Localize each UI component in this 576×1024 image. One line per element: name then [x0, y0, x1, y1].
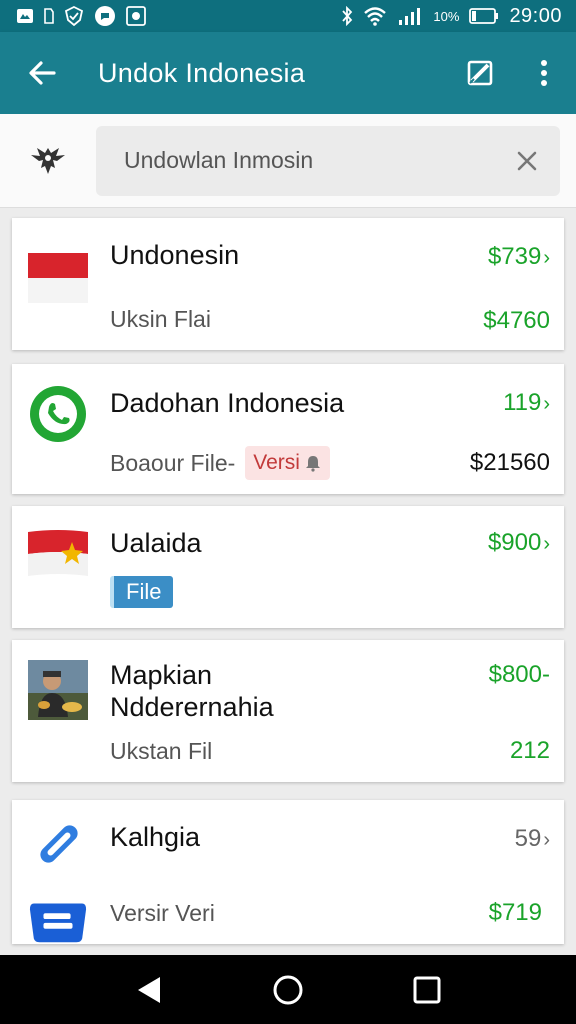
chevron-right-icon: › [543, 247, 550, 269]
more-button[interactable] [512, 32, 576, 114]
flag-star-icon [28, 524, 88, 584]
edit-icon [467, 60, 493, 86]
list-item[interactable]: Dadohan Indonesia Boaour File- Versi 119… [12, 364, 564, 494]
search-input[interactable] [124, 147, 512, 174]
item-price-top-value: $900 [487, 529, 542, 556]
battery-percent: 10% [433, 8, 460, 24]
search-box[interactable] [96, 125, 560, 196]
status-left [16, 5, 146, 27]
item-price-bottom: 212 [509, 737, 550, 764]
version-badge: Versi [245, 446, 330, 480]
version-badge-label: Versi [253, 451, 300, 474]
clock: 29:00 [509, 4, 562, 27]
nav-home-button[interactable] [258, 960, 318, 1020]
status-bar: 10% 29:00 [0, 0, 576, 32]
app-bar: Undok Indonesia [0, 32, 576, 114]
item-title: Undonesin [110, 240, 240, 270]
back-arrow-icon [29, 61, 56, 85]
search-area [0, 114, 576, 208]
item-price-top: 59 › [515, 824, 550, 855]
list-item[interactable]: Undonesin Uksin Flai $739 › $4760 [12, 218, 564, 350]
shield-icon [64, 6, 84, 26]
item-price-top: $800- [488, 661, 550, 688]
paperclip-icon [28, 814, 88, 874]
chevron-right-icon: › [543, 533, 550, 555]
chat-icon [94, 5, 116, 27]
close-icon [517, 151, 537, 170]
nav-recents-button[interactable] [397, 960, 457, 1020]
page-title: Undok Indonesia [98, 57, 306, 88]
item-price-top: $739 › [488, 242, 550, 273]
home-circle-icon [273, 975, 303, 1004]
photo-icon [126, 6, 146, 26]
nav-back-button[interactable] [119, 960, 179, 1020]
more-vert-icon [541, 60, 547, 86]
edit-button[interactable] [448, 32, 512, 114]
item-title: Ualaida [110, 528, 202, 558]
item-subtitle-text: Versir Veri [110, 900, 215, 926]
indonesia-flag-icon [28, 248, 88, 308]
item-price-bottom: $4760 [483, 307, 550, 334]
item-price-top-value: 119 [503, 389, 542, 416]
file-badge: File [110, 576, 174, 608]
item-subtitle-text: Boaour File- [110, 450, 236, 476]
battery-icon [469, 8, 499, 24]
bluetooth-icon [341, 6, 353, 26]
item-price-bottom: $719 [488, 899, 542, 926]
wifi-icon [363, 6, 387, 26]
list-item[interactable]: Mapkian Ndderernahia Ukstan Fil $800- 21… [12, 640, 564, 782]
recents-square-icon [413, 976, 441, 1003]
bell-icon [305, 456, 320, 472]
item-title: Dadohan Indonesia [110, 388, 345, 418]
item-subtitle: Ukstan Fil [110, 736, 212, 766]
chevron-right-icon: › [543, 393, 550, 415]
garuda-icon [0, 144, 96, 178]
person-photo [28, 660, 88, 720]
item-price-top: 119 › [503, 388, 550, 419]
files-app-icon [28, 890, 88, 950]
item-price-top-value: 59 [514, 825, 542, 852]
item-subtitle-text: Ukstan Fil [110, 738, 213, 764]
whatsapp-icon [28, 384, 88, 444]
back-button[interactable] [0, 32, 84, 114]
clear-search-button[interactable] [512, 146, 542, 176]
item-subtitle: Boaour File- Versi [110, 446, 330, 480]
back-triangle-icon [138, 976, 161, 1003]
item-subtitle: Versir Veri [110, 898, 215, 928]
item-title-line2: Ndderernahia [110, 692, 274, 722]
item-title: Kalhgia [110, 822, 201, 852]
sim-icon [44, 8, 54, 24]
item-price-top: $900 › [488, 528, 550, 559]
navigation-bar [0, 955, 576, 1024]
signal-icon [397, 6, 423, 26]
app-list: Undonesin Uksin Flai $739 › $4760 Dadohan… [0, 208, 576, 955]
item-title: Mapkian [110, 660, 213, 690]
list-item[interactable]: Ualaida File $900 › [12, 506, 564, 628]
chevron-right-icon: › [543, 829, 550, 851]
status-right: 10% 29:00 [341, 5, 562, 28]
item-price-top-value: $739 [487, 243, 542, 270]
item-subtitle-text: Uksin Flai [110, 306, 211, 332]
item-price-bottom: $21560 [469, 449, 550, 476]
item-subtitle: Uksin Flai [110, 304, 211, 334]
notification-icon [16, 8, 34, 24]
list-item[interactable]: Kalhgia Versir Veri 59 › $719 [12, 800, 564, 944]
